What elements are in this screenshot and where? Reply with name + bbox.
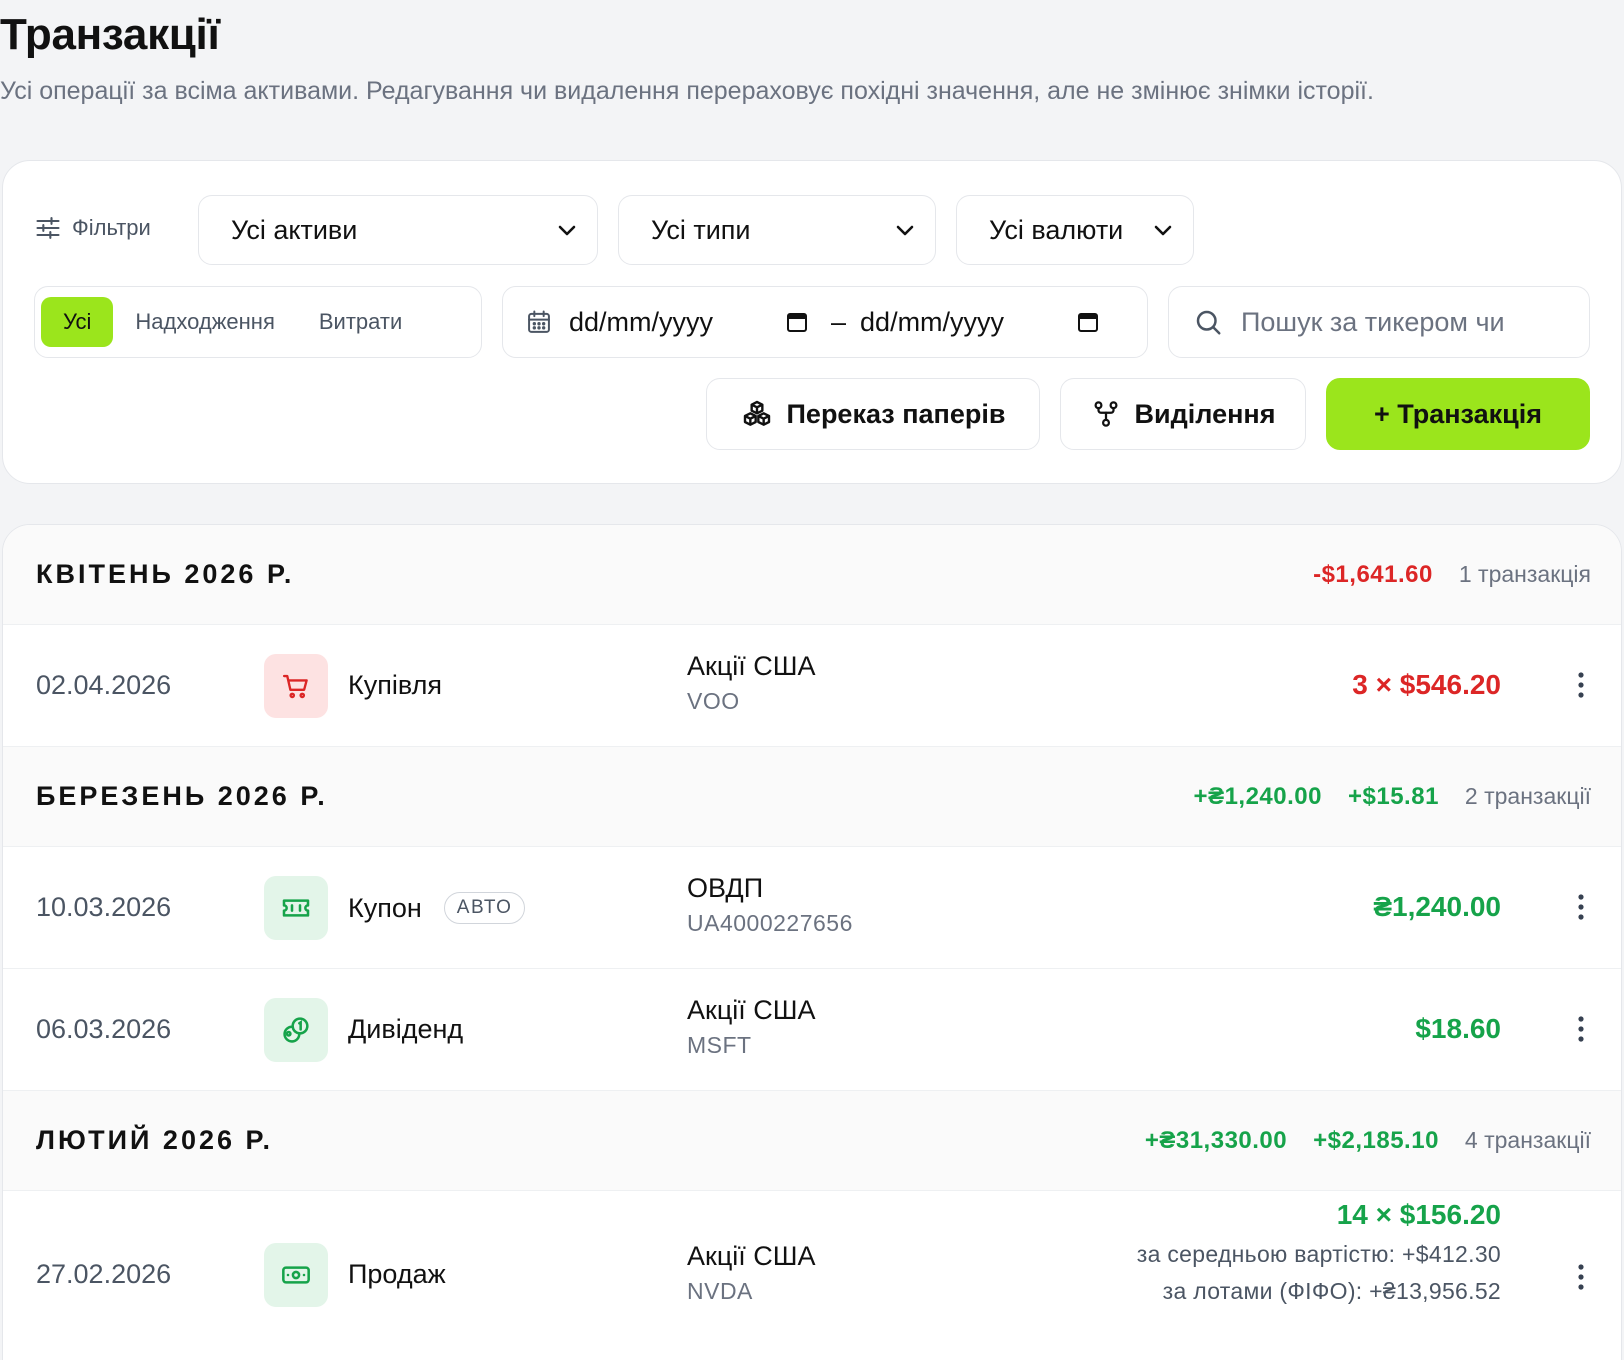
spinoff-button[interactable]: Виділення bbox=[1060, 378, 1306, 450]
type-select[interactable]: Усі типи bbox=[618, 195, 936, 265]
direction-all[interactable]: Усі bbox=[41, 297, 114, 347]
month-header: ЛЮТИЙ 2026 Р. +₴31,330.00 +$2,185.10 4 т… bbox=[3, 1091, 1621, 1191]
transaction-date: 10.03.2026 bbox=[36, 892, 172, 922]
calendar-icon bbox=[525, 308, 553, 336]
date-range: dd/mm/yyyy – dd/mm/yyyy bbox=[502, 286, 1148, 358]
transaction-asset: Акції США MSFT bbox=[687, 995, 816, 1058]
git-fork-icon bbox=[1091, 399, 1121, 429]
page-subtitle: Усі операції за всіма активами. Редагува… bbox=[0, 77, 1374, 105]
month-total: +₴31,330.00 bbox=[1144, 1126, 1288, 1154]
month-total: -$1,641.60 bbox=[1313, 560, 1433, 588]
ticket-icon bbox=[264, 876, 328, 940]
transaction-amount: 3 × $546.20 bbox=[1352, 669, 1501, 700]
transaction-type: Купівля bbox=[348, 670, 442, 700]
search-field[interactable] bbox=[1168, 286, 1590, 358]
boxes-icon bbox=[741, 398, 773, 430]
chevron-down-icon bbox=[893, 218, 917, 242]
more-vertical-icon[interactable] bbox=[1569, 665, 1593, 705]
calendar-picker-icon[interactable] bbox=[785, 310, 809, 334]
month-total: +$15.81 bbox=[1348, 782, 1439, 810]
transaction-amount: 14 × $156.20 за середньою вартістю: +$41… bbox=[1136, 1199, 1501, 1304]
search-icon bbox=[1193, 307, 1223, 337]
filters-label: Фільтри bbox=[34, 214, 151, 242]
transaction-asset: ОВДП UA4000227656 bbox=[687, 873, 853, 936]
more-vertical-icon[interactable] bbox=[1569, 887, 1593, 927]
currency-select[interactable]: Усі валюти bbox=[956, 195, 1194, 265]
add-transaction-button[interactable]: + Транзакція bbox=[1326, 378, 1590, 450]
direction-toggle: Усі Надходження Витрати bbox=[34, 286, 482, 358]
month-total: +₴1,240.00 bbox=[1193, 782, 1322, 810]
transaction-amount: $18.60 bbox=[1415, 1013, 1501, 1044]
transaction-date: 06.03.2026 bbox=[36, 1014, 172, 1044]
transaction-amount: ₴1,240.00 bbox=[1373, 891, 1501, 922]
direction-expense[interactable]: Витрати bbox=[297, 297, 424, 347]
coins-icon bbox=[264, 998, 328, 1062]
more-vertical-icon[interactable] bbox=[1569, 1009, 1593, 1049]
month-header: БЕРЕЗЕНЬ 2026 Р. +₴1,240.00 +$15.81 2 тр… bbox=[3, 747, 1621, 847]
transactions-list: КВІТЕНЬ 2026 Р. -$1,641.60 1 транзакція … bbox=[2, 524, 1622, 1360]
table-row[interactable]: 02.04.2026 Купівля Акції США VOO 3 × $54… bbox=[3, 625, 1621, 747]
banknote-icon bbox=[264, 1243, 328, 1307]
search-input[interactable] bbox=[1241, 306, 1561, 338]
transaction-asset: Акції США VOO bbox=[687, 651, 816, 714]
page-title: Транзакції bbox=[0, 10, 220, 59]
sliders-icon bbox=[34, 214, 62, 242]
transfer-securities-button[interactable]: Переказ паперів bbox=[706, 378, 1040, 450]
transaction-date: 02.04.2026 bbox=[36, 670, 172, 700]
calendar-picker-icon[interactable] bbox=[1076, 310, 1100, 334]
table-row[interactable]: 10.03.2026 Купон АВТО ОВДП UA4000227656 … bbox=[3, 847, 1621, 969]
transaction-type: Продаж bbox=[348, 1259, 446, 1289]
month-header: КВІТЕНЬ 2026 Р. -$1,641.60 1 транзакція bbox=[3, 525, 1621, 625]
chevron-down-icon bbox=[1151, 218, 1175, 242]
transaction-type: Купон АВТО bbox=[348, 892, 526, 924]
asset-select[interactable]: Усі активи bbox=[198, 195, 598, 265]
date-from-input[interactable]: dd/mm/yyyy bbox=[569, 307, 809, 338]
date-to-input[interactable]: dd/mm/yyyy bbox=[860, 307, 1100, 338]
direction-income[interactable]: Надходження bbox=[113, 297, 296, 347]
month-count: 1 транзакція bbox=[1458, 561, 1591, 587]
transaction-asset: Акції США NVDA bbox=[687, 1241, 816, 1304]
auto-badge: АВТО bbox=[443, 892, 526, 924]
transaction-date: 27.02.2026 bbox=[36, 1259, 172, 1289]
month-total: +$2,185.10 bbox=[1313, 1126, 1439, 1154]
table-row[interactable]: 27.02.2026 Продаж Акції США NVDA 14 × $1… bbox=[3, 1191, 1621, 1360]
transaction-type: Дивіденд bbox=[348, 1014, 464, 1044]
chevron-down-icon bbox=[555, 218, 579, 242]
more-vertical-icon[interactable] bbox=[1569, 1257, 1593, 1297]
cart-icon bbox=[264, 654, 328, 718]
month-count: 4 транзакції bbox=[1464, 1127, 1591, 1153]
fifo-result: за лотами (ФІФО): +₴13,956.52 bbox=[1162, 1278, 1501, 1304]
avg-cost-result: за середньою вартістю: +$412.30 bbox=[1136, 1241, 1501, 1267]
month-count: 2 транзакції bbox=[1464, 783, 1591, 809]
table-row[interactable]: 06.03.2026 Дивіденд Акції США MSFT $18.6… bbox=[3, 969, 1621, 1091]
